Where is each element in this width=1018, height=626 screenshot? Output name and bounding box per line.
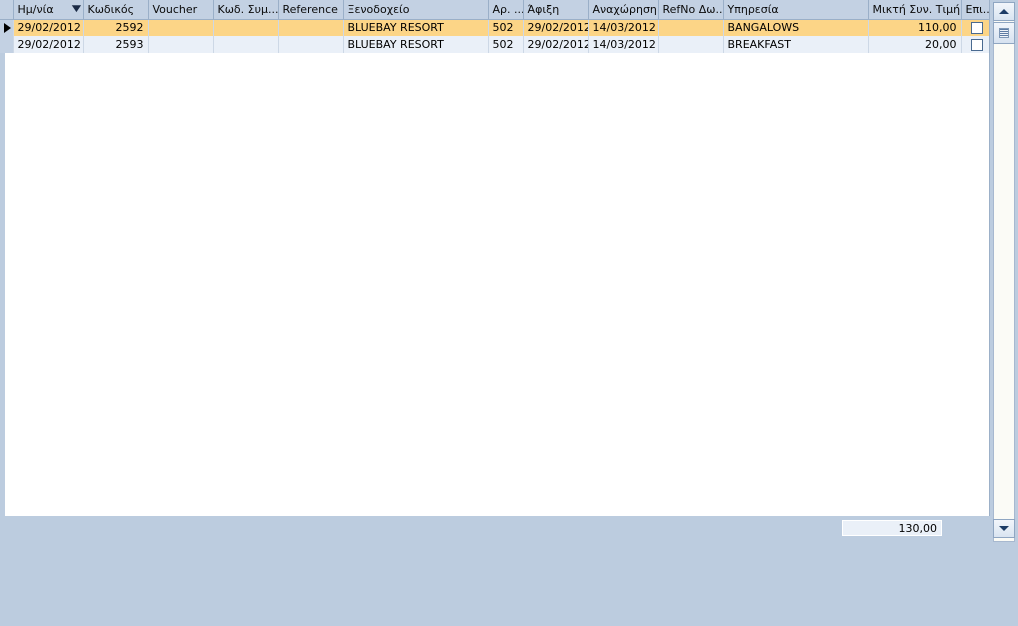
cell-refno[interactable] (658, 36, 724, 53)
cell-service[interactable]: BREAKFAST (723, 36, 869, 53)
cell-reference[interactable] (278, 19, 344, 36)
cell-contract_code[interactable] (213, 19, 279, 36)
column-header-7[interactable]: Άφιξη (523, 0, 589, 20)
scrollbar-up-button[interactable] (993, 2, 1015, 21)
scrollbar-down-button[interactable] (993, 519, 1015, 538)
column-header-4[interactable]: Reference (278, 0, 344, 20)
cell-hotel[interactable]: BLUEBAY RESORT (343, 19, 489, 36)
column-header-label: Μικτή Συν. Τιμή (872, 2, 961, 16)
column-header-0[interactable]: Ημ/νία ▼ (13, 0, 84, 20)
column-header-6[interactable]: Αρ. ... (488, 0, 524, 20)
column-header-12[interactable]: Επι... (961, 0, 990, 20)
cell-reference[interactable] (278, 36, 344, 53)
column-header-label: Επι... (965, 2, 990, 16)
column-header-3[interactable]: Κωδ. Συμ... (213, 0, 279, 20)
cell-date[interactable]: 29/02/2012 (13, 19, 84, 36)
scrollbar-thumb[interactable] (993, 22, 1015, 44)
sort-descending-icon: ▼ (71, 3, 81, 14)
scrollbar-track[interactable] (993, 2, 1015, 542)
cell-checkbox[interactable] (961, 36, 989, 53)
column-header-9[interactable]: RefNo Δω... (658, 0, 724, 20)
column-header-label: Ξενοδοχείο (347, 2, 410, 16)
cell-code[interactable]: 2592 (83, 19, 149, 36)
cell-code[interactable]: 2593 (83, 36, 149, 53)
cell-checkbox[interactable] (961, 19, 989, 36)
reservations-grid-panel: Ημ/νία ▼ Κωδικός Voucher Κωδ. Συμ... Referenc… (0, 0, 990, 516)
chevron-up-icon (999, 9, 1009, 14)
cell-arrival[interactable]: 29/02/2012 (523, 19, 589, 36)
application-window: Ημ/νία ▼ Κωδικός Voucher Κωδ. Συμ... Referenc… (0, 0, 1018, 626)
grid-empty-area (5, 58, 989, 515)
cell-gross_total[interactable]: 110,00 (868, 19, 962, 36)
chevron-down-icon (999, 526, 1009, 531)
total-strip: 130,00 (0, 516, 990, 543)
grand-total-value: 130,00 (842, 520, 942, 536)
column-header-label: Άφιξη (527, 2, 560, 16)
table-row[interactable]: 29/02/2012 2592 BLUEBAY RESORT 502 29/02/201… (0, 19, 989, 36)
column-header-1[interactable]: Κωδικός (83, 0, 149, 20)
column-header-label: RefNo Δω... (662, 2, 723, 16)
row-selector-cell[interactable] (0, 19, 14, 36)
table-header-row: Ημ/νία ▼ Κωδικός Voucher Κωδ. Συμ... Referenc… (0, 0, 990, 20)
checkbox-icon[interactable] (970, 39, 983, 51)
cell-voucher[interactable] (148, 19, 214, 36)
column-header-8[interactable]: Αναχώρηση (588, 0, 659, 20)
cell-date[interactable]: 29/02/2012 (13, 36, 84, 53)
column-header-label: Κωδικός (87, 2, 135, 16)
column-header-label: Αναχώρηση (592, 2, 657, 16)
checkbox-icon[interactable] (970, 22, 983, 35)
filter-form: Πελάτης 1092 TUI HELLAS Ξενοδοχείο Κράτη… (0, 543, 1018, 626)
column-header-10[interactable]: Υπηρεσία (723, 0, 869, 20)
column-header-label: Κωδ. Συμ... (217, 2, 278, 16)
column-header-label: Υπηρεσία (727, 2, 779, 16)
cell-hotel[interactable]: BLUEBAY RESORT (343, 36, 489, 53)
cell-arrival[interactable]: 29/02/2012 (523, 36, 589, 53)
table-row[interactable]: 29/02/2012 2593 BLUEBAY RESORT 502 29/02/201… (0, 36, 989, 53)
cell-contract_code[interactable] (213, 36, 279, 53)
column-header-2[interactable]: Voucher (148, 0, 214, 20)
cell-voucher[interactable] (148, 36, 214, 53)
row-selector-cell[interactable] (0, 36, 14, 53)
cell-gross_total[interactable]: 20,00 (868, 36, 962, 53)
cell-departure[interactable]: 14/03/2012 (588, 36, 659, 53)
column-header-5[interactable]: Ξενοδοχείο (343, 0, 489, 20)
current-row-indicator-icon (4, 22, 11, 33)
grip-lines-icon (999, 28, 1009, 38)
reservations-table: Ημ/νία ▼ Κωδικός Voucher Κωδ. Συμ... Referenc… (0, 0, 990, 53)
column-header-label: Reference (282, 2, 338, 16)
vertical-scrollbar[interactable] (990, 0, 1018, 545)
cell-departure[interactable]: 14/03/2012 (588, 19, 659, 36)
column-header-label: Αρ. ... (492, 2, 523, 16)
column-header-label: Voucher (152, 2, 198, 16)
column-header-11[interactable]: Μικτή Συν. Τιμή (868, 0, 962, 20)
cell-num[interactable]: 502 (488, 19, 524, 36)
cell-refno[interactable] (658, 19, 724, 36)
cell-num[interactable]: 502 (488, 36, 524, 53)
cell-service[interactable]: BANGALOWS (723, 19, 869, 36)
column-header-label: Ημ/νία (17, 2, 54, 16)
row-selector-header (0, 0, 14, 20)
